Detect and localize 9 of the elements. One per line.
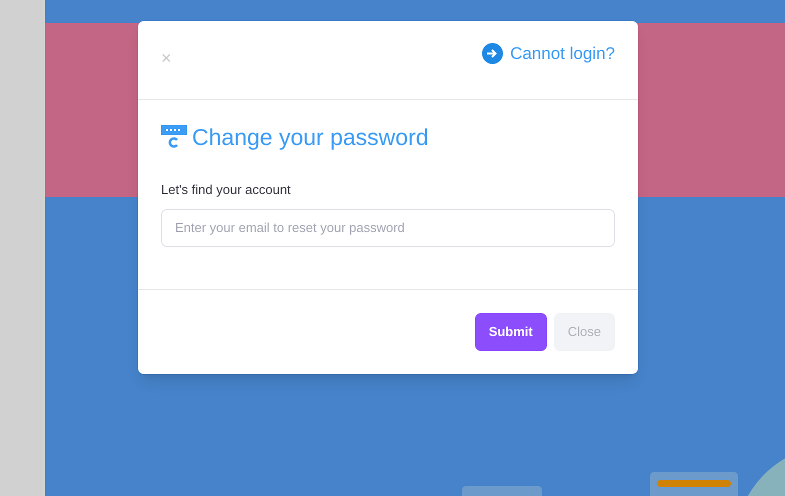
password-reset-icon	[161, 125, 187, 149]
dialog-title: Change your password	[192, 123, 429, 152]
submit-button[interactable]: Submit	[474, 313, 547, 351]
email-field[interactable]: Enter your email to reset your password	[161, 208, 615, 246]
field-label: Let's find your account	[161, 181, 292, 199]
close-button[interactable]: Close	[554, 313, 615, 351]
close-button[interactable]: ×	[161, 49, 172, 67]
arrow-circle-icon	[482, 43, 504, 64]
cannot-login-link[interactable]: Cannot login?	[482, 41, 615, 66]
